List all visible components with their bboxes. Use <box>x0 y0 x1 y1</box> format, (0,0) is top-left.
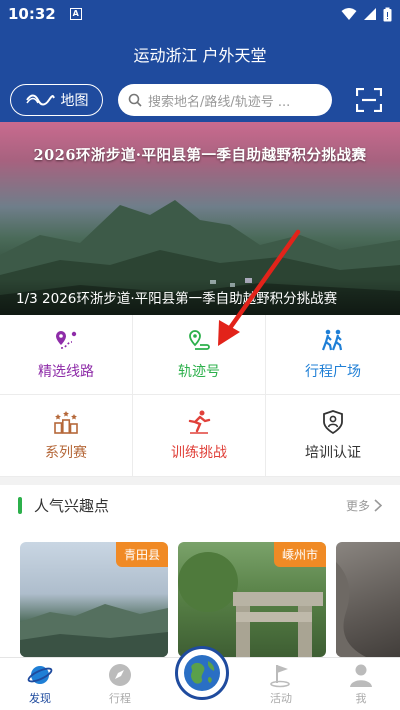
banner-caption: 1/3 2026环浙步道·平阳县第一季自助越野积分挑战赛 <box>0 279 400 315</box>
poi-card-list: 青田县 嵊州市 <box>0 542 400 657</box>
tab-label: 发现 <box>29 692 51 705</box>
user-icon <box>350 664 372 687</box>
runner-icon <box>188 410 211 434</box>
app-header: 10:32 A 运动浙江 户外天堂 地图 搜索地名/路线/轨迹号 ... <box>0 0 400 122</box>
promo-banner[interactable]: 2026环浙步道·平阳县第一季自助越野积分挑战赛 1/3 2026环浙步道·平阳… <box>0 122 400 315</box>
poi-card[interactable] <box>336 542 400 657</box>
menu-label: 训练挑战 <box>171 445 227 461</box>
more-link[interactable]: 更多 <box>346 497 382 514</box>
map-button[interactable]: 地图 <box>10 84 103 116</box>
search-placeholder: 搜索地名/路线/轨迹号 ... <box>148 94 291 110</box>
flag-icon <box>270 665 290 688</box>
tab-discover[interactable]: 发现 <box>10 662 70 710</box>
banner-headline: 2026环浙步道·平阳县第一季自助越野积分挑战赛 <box>33 147 367 164</box>
globe-icon <box>184 655 220 691</box>
poi-card[interactable]: 嵊州市 <box>178 542 326 657</box>
badge-icon <box>323 410 343 435</box>
track-icon <box>189 330 210 350</box>
menu-label: 系列赛 <box>45 445 87 461</box>
map-route-icon <box>25 94 55 106</box>
compass-icon <box>109 664 131 686</box>
more-label: 更多 <box>345 498 370 513</box>
tab-me[interactable]: 我 <box>331 662 391 710</box>
menu-trip-plaza[interactable]: 行程广场 <box>266 315 400 395</box>
tab-trip[interactable]: 行程 <box>90 662 150 710</box>
menu-label: 精选线路 <box>38 364 94 380</box>
poi-photo <box>336 562 366 657</box>
app-title: 运动浙江 户外天堂 <box>133 46 267 65</box>
menu-featured-routes[interactable]: 精选线路 <box>0 315 133 395</box>
tab-label: 我 <box>355 692 367 705</box>
section-header: 人气兴趣点 更多 <box>0 485 400 525</box>
poi-region-tag: 青田县 <box>115 542 168 567</box>
poi-region-tag: 嵊州市 <box>273 542 326 567</box>
tab-activity[interactable]: 活动 <box>251 662 311 710</box>
feature-grid: 精选线路 轨迹号 行程广场 系列赛 训练挑战 培训认证 <box>0 315 400 477</box>
map-button-label: 地图 <box>60 93 89 109</box>
tab-label: 活动 <box>270 692 292 705</box>
menu-series[interactable]: 系列赛 <box>0 395 133 477</box>
podium-icon <box>54 411 78 434</box>
chevron-right-icon <box>374 498 382 512</box>
poi-card[interactable]: 青田县 <box>20 542 168 657</box>
center-globe-button[interactable] <box>175 646 229 700</box>
battery-icon <box>383 7 392 21</box>
scan-icon[interactable] <box>356 88 382 112</box>
status-time: 10:32 <box>8 5 56 23</box>
menu-track-number[interactable]: 轨迹号 <box>133 315 266 395</box>
menu-training-certification[interactable]: 培训认证 <box>266 395 400 477</box>
menu-training-challenge[interactable]: 训练挑战 <box>133 395 266 477</box>
search-icon <box>128 93 142 107</box>
section-accent-bar <box>18 496 22 514</box>
hikers-icon <box>321 329 343 351</box>
popular-poi-section: 人气兴趣点 更多 青田县 嵊州市 <box>0 485 400 657</box>
menu-label: 轨迹号 <box>178 364 220 380</box>
route-icon <box>56 331 77 349</box>
menu-label: 培训认证 <box>305 445 361 461</box>
status-bar: 10:32 A <box>0 0 400 28</box>
menu-label: 行程广场 <box>305 364 361 380</box>
signal-icon <box>364 8 376 20</box>
planet-icon <box>27 666 53 684</box>
wifi-icon <box>341 8 357 20</box>
section-title: 人气兴趣点 <box>34 496 110 515</box>
notification-icon: A <box>69 8 82 20</box>
tab-label: 行程 <box>109 692 131 705</box>
search-input[interactable]: 搜索地名/路线/轨迹号 ... <box>118 84 332 116</box>
